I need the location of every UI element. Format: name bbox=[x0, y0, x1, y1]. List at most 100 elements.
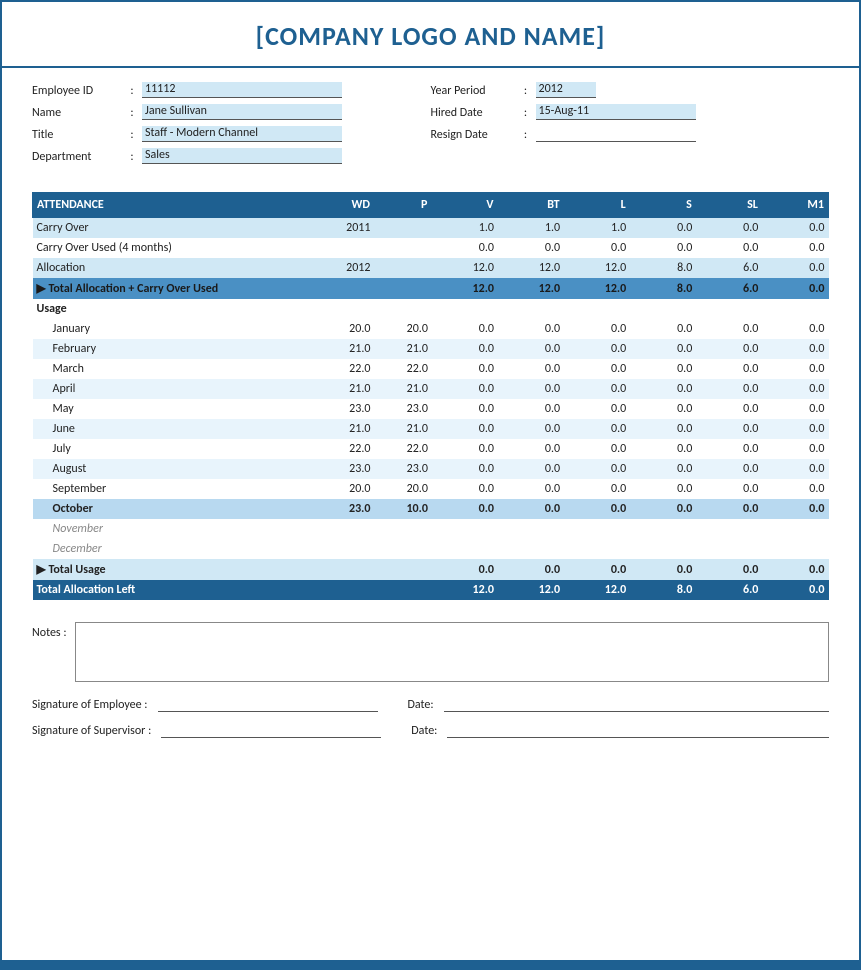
table-row: March22.022.00.00.00.00.00.00.0 bbox=[33, 359, 829, 379]
year-period-row: Year Period : 2012 bbox=[431, 82, 830, 98]
row-p: 21.0 bbox=[374, 339, 431, 359]
row-wd bbox=[305, 238, 374, 258]
row-m1: 0.0 bbox=[762, 580, 828, 600]
row-year: 2011 bbox=[305, 218, 374, 239]
row-sl: 0.0 bbox=[696, 399, 762, 419]
row-label: February bbox=[33, 339, 306, 359]
employee-id-label: Employee ID bbox=[32, 84, 122, 98]
row-v bbox=[432, 519, 498, 539]
row-p: 21.0 bbox=[374, 379, 431, 399]
row-wd: 21.0 bbox=[305, 379, 374, 399]
row-bt: 0.0 bbox=[498, 399, 564, 419]
row-sl: 0.0 bbox=[696, 359, 762, 379]
dept-colon: : bbox=[122, 150, 142, 164]
row-wd: 21.0 bbox=[305, 419, 374, 439]
row-sl: 0.0 bbox=[696, 439, 762, 459]
row-bt: 0.0 bbox=[498, 379, 564, 399]
table-header-row: ATTENDANCE WD P V BT L S SL M1 bbox=[33, 193, 829, 218]
row-l: 0.0 bbox=[564, 238, 630, 258]
row-sl bbox=[696, 519, 762, 539]
row-p: 22.0 bbox=[374, 439, 431, 459]
table-row: July22.022.00.00.00.00.00.00.0 bbox=[33, 439, 829, 459]
row-wd: 20.0 bbox=[305, 479, 374, 499]
row-sl bbox=[696, 539, 762, 559]
page: [COMPANY LOGO AND NAME] Employee ID : 11… bbox=[0, 0, 861, 970]
row-s: 8.0 bbox=[630, 580, 696, 600]
row-v: 0.0 bbox=[432, 479, 498, 499]
row-v: 12.0 bbox=[432, 278, 498, 299]
row-label: Carry Over Used (4 months) bbox=[33, 238, 306, 258]
row-s: 0.0 bbox=[630, 459, 696, 479]
employee-id-row: Employee ID : 11112 bbox=[32, 82, 431, 98]
row-wd bbox=[305, 299, 374, 319]
row-l: 0.0 bbox=[564, 399, 630, 419]
row-l: 0.0 bbox=[564, 459, 630, 479]
table-row: May23.023.00.00.00.00.00.00.0 bbox=[33, 399, 829, 419]
row-label: September bbox=[33, 479, 306, 499]
row-p: 10.0 bbox=[374, 499, 431, 519]
row-label: November bbox=[33, 519, 306, 539]
row-label: Carry Over bbox=[33, 218, 306, 239]
row-m1: 0.0 bbox=[762, 238, 828, 258]
info-section: Employee ID : 11112 Name : Jane Sullivan… bbox=[2, 68, 859, 176]
row-bt: 1.0 bbox=[498, 218, 564, 239]
row-wd bbox=[305, 278, 374, 299]
row-s: 0.0 bbox=[630, 359, 696, 379]
notes-box[interactable] bbox=[75, 622, 829, 682]
row-sl: 0.0 bbox=[696, 479, 762, 499]
row-s: 0.0 bbox=[630, 559, 696, 580]
table-row: October23.010.00.00.00.00.00.00.0 bbox=[33, 499, 829, 519]
name-row: Name : Jane Sullivan bbox=[32, 104, 431, 120]
row-l: 0.0 bbox=[564, 499, 630, 519]
row-sl: 0.0 bbox=[696, 499, 762, 519]
row-s: 0.0 bbox=[630, 419, 696, 439]
row-label: December bbox=[33, 539, 306, 559]
row-bt: 0.0 bbox=[498, 459, 564, 479]
row-p: 20.0 bbox=[374, 319, 431, 339]
row-label: March bbox=[33, 359, 306, 379]
row-sl: 0.0 bbox=[696, 319, 762, 339]
table-row: Carry Over20111.01.01.00.00.00.0 bbox=[33, 218, 829, 239]
row-s bbox=[630, 539, 696, 559]
row-m1: 0.0 bbox=[762, 359, 828, 379]
row-l: 0.0 bbox=[564, 479, 630, 499]
employee-sig-row: Signature of Employee : Date: bbox=[32, 698, 829, 712]
employee-sig-label: Signature of Employee : bbox=[32, 698, 148, 712]
title-row: Title : Staff - Modern Channel bbox=[32, 126, 431, 142]
row-l: 0.0 bbox=[564, 319, 630, 339]
employee-id-value: 11112 bbox=[142, 82, 342, 98]
row-l bbox=[564, 519, 630, 539]
dept-value: Sales bbox=[142, 148, 342, 164]
row-m1: 0.0 bbox=[762, 479, 828, 499]
row-label: August bbox=[33, 459, 306, 479]
row-v: 0.0 bbox=[432, 319, 498, 339]
row-m1: 0.0 bbox=[762, 399, 828, 419]
table-row: Usage bbox=[33, 299, 829, 319]
row-bt: 0.0 bbox=[498, 439, 564, 459]
row-sl: 0.0 bbox=[696, 459, 762, 479]
sup-date-label: Date: bbox=[411, 724, 437, 738]
row-p: 22.0 bbox=[374, 359, 431, 379]
employee-id-colon: : bbox=[122, 84, 142, 98]
row-bt: 0.0 bbox=[498, 319, 564, 339]
dept-label: Department bbox=[32, 150, 122, 164]
row-s: 0.0 bbox=[630, 399, 696, 419]
row-sl: 0.0 bbox=[696, 559, 762, 580]
row-wd: 21.0 bbox=[305, 339, 374, 359]
row-year: 2012 bbox=[305, 258, 374, 278]
row-sl: 0.0 bbox=[696, 339, 762, 359]
table-row: January20.020.00.00.00.00.00.00.0 bbox=[33, 319, 829, 339]
row-bt: 0.0 bbox=[498, 479, 564, 499]
row-label: Usage bbox=[33, 299, 306, 319]
signature-section: Signature of Employee : Date: Signature … bbox=[2, 688, 859, 744]
row-bt: 0.0 bbox=[498, 419, 564, 439]
row-sl: 6.0 bbox=[696, 580, 762, 600]
row-l: 1.0 bbox=[564, 218, 630, 239]
hired-date-colon: : bbox=[516, 106, 536, 120]
table-row: September20.020.00.00.00.00.00.00.0 bbox=[33, 479, 829, 499]
row-v: 0.0 bbox=[432, 238, 498, 258]
row-s: 0.0 bbox=[630, 439, 696, 459]
row-s: 0.0 bbox=[630, 218, 696, 239]
row-l: 0.0 bbox=[564, 559, 630, 580]
row-label: July bbox=[33, 439, 306, 459]
